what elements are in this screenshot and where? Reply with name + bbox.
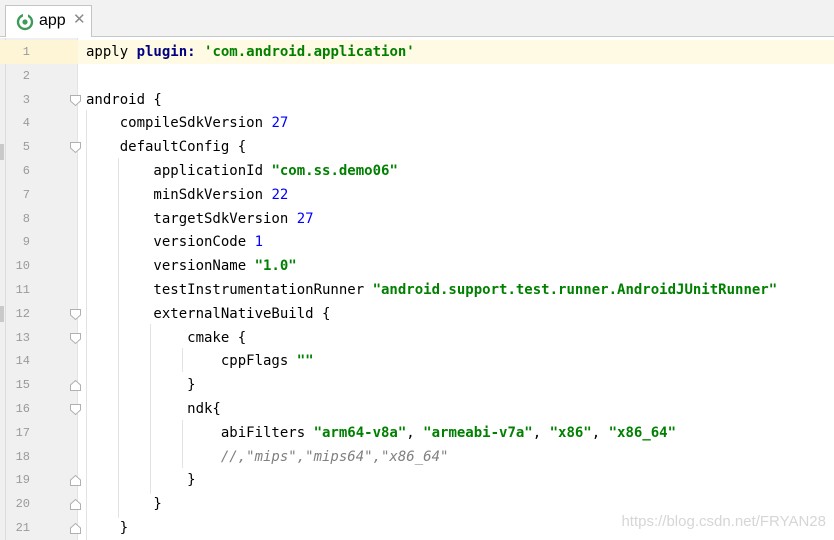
fold-close-icon[interactable] — [70, 380, 81, 392]
code-line[interactable]: apply plugin: 'com.android.application' — [86, 42, 415, 62]
string-token: "armeabi-v7a" — [423, 424, 533, 441]
line-number: 1 — [22, 45, 30, 59]
code-line[interactable]: } — [86, 470, 196, 490]
string-token: "1.0" — [254, 258, 297, 275]
line-number: 7 — [22, 187, 30, 202]
line-number: 6 — [22, 164, 30, 178]
code-token: abiFilters — [86, 424, 314, 441]
code-token: targetSdkVersion — [86, 210, 297, 227]
code-token: } — [86, 472, 196, 489]
line-number: 12 — [15, 306, 30, 321]
number-token: 27 — [296, 210, 314, 227]
code-line[interactable]: android { — [86, 90, 162, 110]
code-line[interactable]: abiFilters "arm64-v8a", "armeabi-v7a", "… — [86, 423, 676, 443]
number-token: 27 — [271, 115, 289, 132]
line-number: 15 — [15, 378, 30, 393]
code-line[interactable]: versionCode 1 — [86, 232, 263, 252]
code-line[interactable]: applicationId "com.ss.demo06" — [86, 161, 398, 181]
string-token: "x86" — [549, 424, 592, 441]
line-number: 11 — [15, 283, 30, 297]
code-token: cppFlags — [86, 353, 297, 370]
code-line[interactable]: defaultConfig { — [86, 137, 246, 157]
code-token: applicationId — [86, 163, 272, 179]
code-token: } — [86, 520, 129, 536]
line-number: 10 — [15, 259, 30, 274]
code-token: versionCode — [86, 234, 255, 251]
gutter-divider — [5, 38, 6, 540]
line-number: 17 — [15, 425, 30, 440]
string-token: "com.ss.demo06" — [271, 163, 398, 179]
code-token: versionName — [86, 258, 255, 275]
string-token: "android.support.test.runner.AndroidJUni… — [372, 282, 778, 298]
code-line[interactable]: ndk{ — [86, 399, 221, 419]
code-line[interactable]: compileSdkVersion 27 — [86, 113, 289, 133]
line-number: 9 — [22, 235, 30, 250]
code-line[interactable]: externalNativeBuild { — [86, 304, 330, 324]
string-token: "x86_64" — [608, 424, 677, 441]
keyword-token: plugin: — [136, 44, 205, 60]
code-editor[interactable]: 1 apply plugin: 'com.android.application'… — [0, 38, 834, 540]
code-token: compileSdkVersion — [86, 115, 272, 132]
code-line[interactable]: } — [86, 494, 162, 514]
line-number: 4 — [22, 116, 30, 131]
fold-close-icon[interactable] — [70, 523, 81, 534]
line-number: 8 — [22, 211, 30, 226]
code-token: defaultConfig { — [86, 139, 247, 156]
code-token: apply — [86, 44, 137, 60]
line-number: 14 — [15, 354, 30, 369]
code-line[interactable]: minSdkVersion 22 — [86, 185, 288, 205]
line-number: 16 — [15, 402, 30, 416]
fold-open-icon[interactable] — [70, 404, 81, 415]
gradle-module-icon — [16, 13, 34, 31]
code-line[interactable]: testInstrumentationRunner "android.suppo… — [86, 280, 777, 300]
fold-open-icon[interactable] — [70, 332, 81, 344]
string-token: "arm64-v8a" — [313, 424, 407, 441]
code-token: ndk{ — [86, 401, 221, 417]
string-token: "" — [296, 353, 314, 370]
line-number: 13 — [15, 330, 30, 345]
line-number: 18 — [15, 449, 30, 464]
change-marker — [0, 306, 4, 322]
code-token: , — [532, 424, 550, 441]
line-number: 21 — [15, 521, 30, 535]
fold-open-icon[interactable] — [70, 142, 81, 154]
tab-title: app — [39, 12, 66, 29]
line-number: 3 — [22, 92, 30, 107]
code-token: } — [86, 496, 162, 513]
fold-close-icon[interactable] — [70, 475, 81, 487]
watermark: https://blog.csdn.net/FRYAN28 — [621, 513, 826, 530]
code-line[interactable]: //,"mips","mips64","x86_64" — [86, 447, 449, 467]
code-token: , — [591, 424, 609, 441]
tab-app[interactable]: app ✕ — [5, 5, 92, 37]
fold-close-icon[interactable] — [70, 499, 81, 511]
code-line[interactable]: cmake { — [86, 328, 246, 348]
line-number: 20 — [15, 497, 30, 512]
comment-token: //,"mips","mips64","x86_64" — [86, 448, 449, 465]
close-tab-icon[interactable]: ✕ — [73, 10, 86, 28]
code-token: , — [406, 424, 424, 441]
code-line[interactable]: cppFlags "" — [86, 351, 314, 371]
code-token: minSdkVersion — [86, 186, 272, 203]
code-token: testInstrumentationRunner — [86, 282, 373, 298]
code-token: android { — [86, 91, 162, 108]
code-token: } — [86, 377, 196, 394]
line-number: 2 — [22, 68, 30, 83]
code-token: externalNativeBuild { — [86, 305, 331, 322]
number-token: 1 — [254, 234, 264, 251]
code-line[interactable]: targetSdkVersion 27 — [86, 209, 314, 229]
change-marker — [0, 144, 4, 160]
fold-open-icon[interactable] — [70, 94, 81, 106]
string-token: 'com.android.application' — [204, 44, 415, 60]
fold-open-icon[interactable] — [70, 308, 81, 320]
editor-tab-bar: app ✕ — [0, 0, 834, 37]
code-line[interactable]: } — [86, 375, 196, 395]
code-line[interactable]: versionName "1.0" — [86, 256, 297, 276]
code-line[interactable]: } — [86, 518, 128, 538]
code-token: cmake { — [86, 329, 247, 346]
line-number: 5 — [22, 140, 30, 155]
number-token: 22 — [271, 186, 289, 203]
line-number: 19 — [15, 473, 30, 488]
